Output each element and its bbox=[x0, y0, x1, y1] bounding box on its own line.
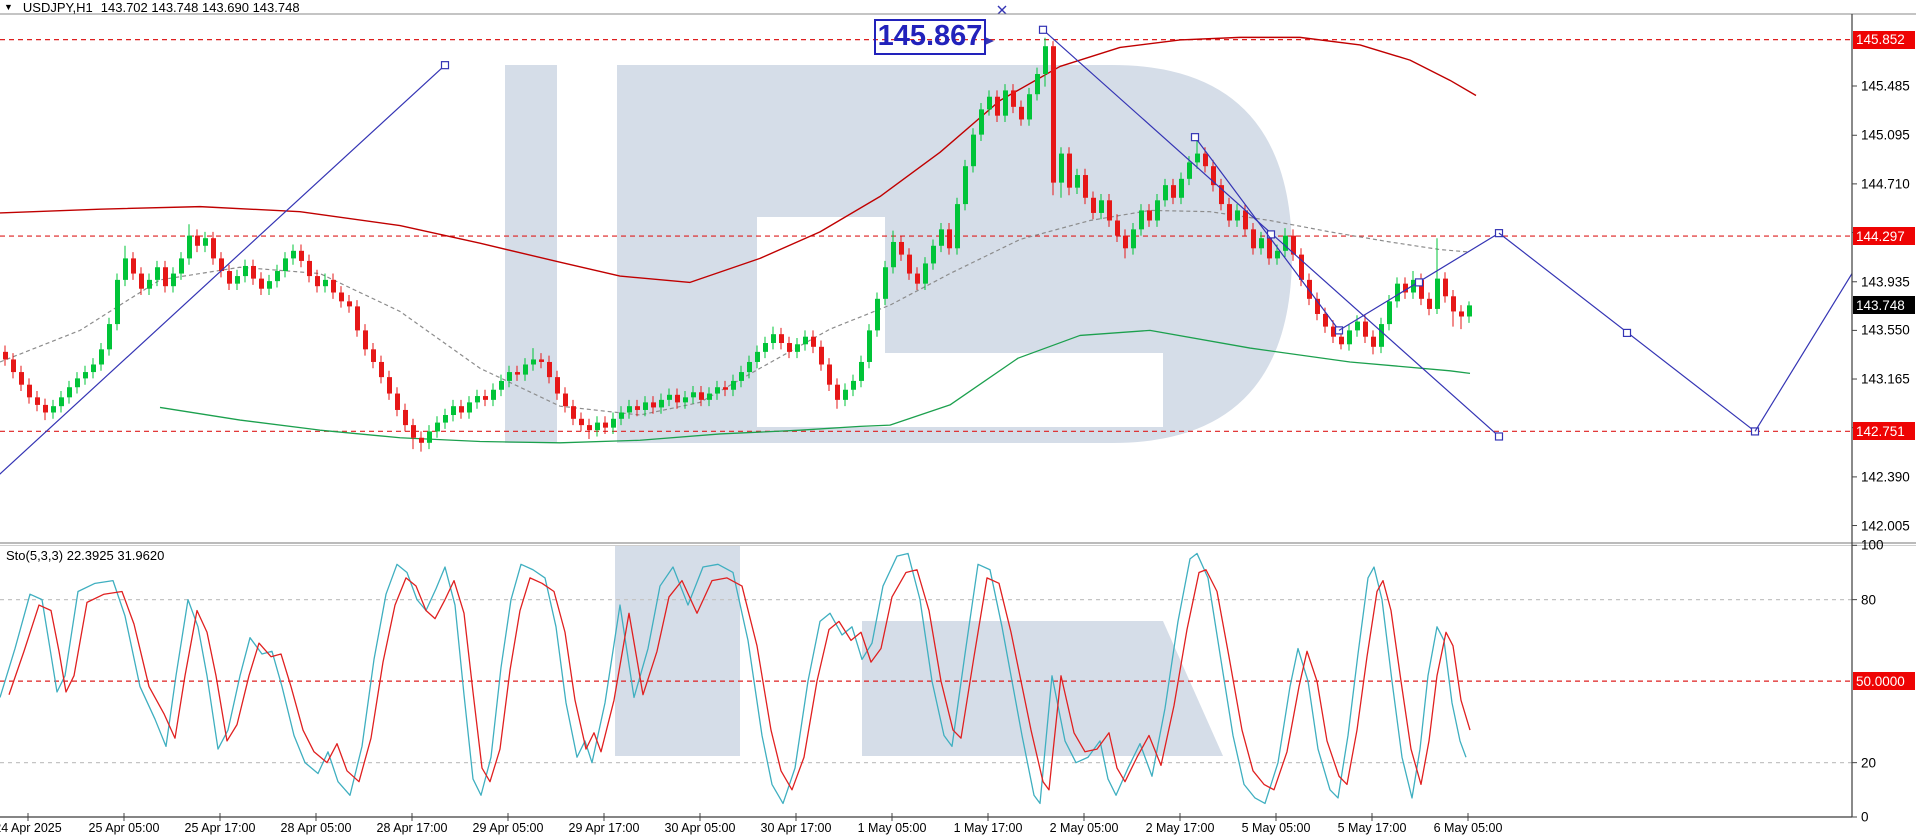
symbol-dropdown-icon[interactable]: ▼ bbox=[4, 2, 13, 12]
price-axis[interactable]: 145.485145.095144.710144.325143.935143.5… bbox=[1852, 0, 1916, 840]
chart-canvas[interactable] bbox=[0, 0, 1916, 840]
price-tick-label: 143.550 bbox=[1861, 322, 1910, 338]
price-tick-label: 143.165 bbox=[1861, 371, 1910, 387]
symbol-period-label: USDJPY,H1 bbox=[22, 0, 93, 15]
time-tick-label: 28 Apr 17:00 bbox=[376, 821, 448, 835]
time-tick-label: 5 May 05:00 bbox=[1241, 821, 1311, 835]
time-tick-label: 25 Apr 17:00 bbox=[184, 821, 256, 835]
time-tick-label: 24 Apr 2025 bbox=[0, 821, 62, 835]
stoch-tick-label: 20 bbox=[1861, 755, 1877, 771]
time-tick-label: 6 May 05:00 bbox=[1433, 821, 1503, 835]
stochastic-d-value: 31.9620 bbox=[117, 548, 165, 563]
stoch-tick-label: 0 bbox=[1861, 809, 1869, 825]
stoch-tick-label: 80 bbox=[1861, 592, 1877, 608]
quotes-ohlc-label: 143.702 143.748 143.690 143.748 bbox=[100, 0, 300, 15]
chart-header: ▼ USDJPY,H1 143.702 143.748 143.690 143.… bbox=[4, 0, 300, 15]
price-tick-label: 145.485 bbox=[1861, 78, 1910, 94]
time-tick-label: 1 May 05:00 bbox=[857, 821, 927, 835]
stoch-tick-label: 100 bbox=[1861, 537, 1884, 553]
time-tick-label: 30 Apr 05:00 bbox=[664, 821, 736, 835]
time-axis[interactable]: 24 Apr 2025 25 Apr 05:00 25 Apr 17:00 28 Ap… bbox=[0, 817, 1852, 840]
level-price-badge: 142.751 bbox=[1853, 422, 1915, 441]
time-tick-label: 30 Apr 17:00 bbox=[760, 821, 832, 835]
price-tick-label: 142.005 bbox=[1861, 518, 1910, 534]
stochastic-name: Sto(5,3,3) bbox=[6, 548, 64, 563]
time-tick-label: 1 May 17:00 bbox=[953, 821, 1023, 835]
price-tick-label: 144.710 bbox=[1861, 176, 1910, 192]
time-tick-label: 5 May 17:00 bbox=[1337, 821, 1407, 835]
current-price-badge: 143.748 bbox=[1853, 296, 1915, 315]
stochastic-k-value: 22.3925 bbox=[66, 548, 114, 563]
price-tick-label: 145.095 bbox=[1861, 127, 1910, 143]
time-tick-label: 2 May 05:00 bbox=[1049, 821, 1119, 835]
time-tick-label: 29 Apr 05:00 bbox=[472, 821, 544, 835]
time-tick-label: 29 Apr 17:00 bbox=[568, 821, 640, 835]
time-tick-label: 25 Apr 05:00 bbox=[88, 821, 160, 835]
price-tick-label: 142.390 bbox=[1861, 469, 1910, 485]
time-tick-label: 2 May 17:00 bbox=[1145, 821, 1215, 835]
price-text-label-object[interactable]: 145.867 bbox=[874, 19, 986, 55]
stochastic-indicator-label: Sto(5,3,3) 22.3925 31.9620 bbox=[6, 548, 164, 563]
time-tick-label: 28 Apr 05:00 bbox=[280, 821, 352, 835]
level-price-badge: 144.297 bbox=[1853, 227, 1915, 246]
price-tick-label: 143.935 bbox=[1861, 274, 1910, 290]
level-price-badge: 145.852 bbox=[1853, 30, 1915, 49]
terminal-chart-window: ▼ USDJPY,H1 143.702 143.748 143.690 143.… bbox=[0, 0, 1916, 840]
stoch-level-badge: 50.0000 bbox=[1853, 672, 1915, 691]
